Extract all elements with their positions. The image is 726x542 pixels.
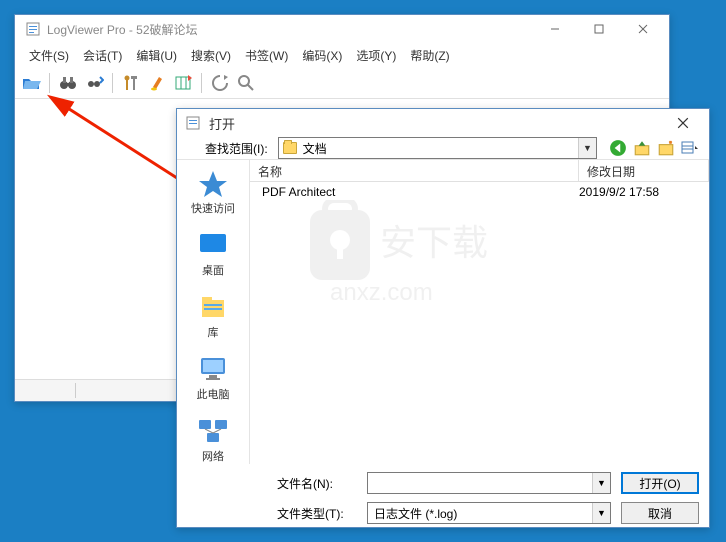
menu-file[interactable]: 文件(S) xyxy=(23,45,75,66)
close-button[interactable] xyxy=(621,15,665,43)
binoculars-icon[interactable] xyxy=(58,73,78,93)
new-folder-icon[interactable] xyxy=(657,139,675,157)
places-bar: 快速访问 桌面 库 此电脑 网络 xyxy=(177,160,249,464)
columns-icon[interactable] xyxy=(173,73,193,93)
app-icon xyxy=(25,21,41,37)
dialog-title: 打开 xyxy=(209,114,665,133)
file-date: 2019/9/2 17:58 xyxy=(579,185,709,199)
desktop-icon xyxy=(196,230,230,260)
file-list-pane: 名称 修改日期 PDF Architect 2019/9/2 17:58 安下载… xyxy=(249,160,709,464)
dialog-bottom: 文件名(N): ▼ 打开(O) 文件类型(T): 日志文件 (*.log) ▼ … xyxy=(177,464,709,542)
file-row[interactable]: PDF Architect 2019/9/2 17:58 xyxy=(250,182,709,202)
chevron-down-icon: ▼ xyxy=(578,138,596,158)
find-next-icon[interactable] xyxy=(84,73,104,93)
dialog-body: 快速访问 桌面 库 此电脑 网络 名称 修改日期 xyxy=(177,159,709,464)
cancel-button[interactable]: 取消 xyxy=(621,502,699,524)
toolbar-separator xyxy=(49,73,50,93)
up-icon[interactable] xyxy=(633,139,651,157)
highlighter-icon[interactable] xyxy=(147,73,167,93)
chevron-down-icon: ▼ xyxy=(592,503,610,523)
place-desktop[interactable]: 桌面 xyxy=(196,230,230,278)
place-library[interactable]: 库 xyxy=(196,292,230,340)
filename-label: 文件名(N): xyxy=(277,475,357,492)
menu-encoding[interactable]: 编码(X) xyxy=(296,45,348,66)
lookin-row: 查找范围(I): 文档 ▼ xyxy=(177,137,709,159)
tools-icon[interactable] xyxy=(121,73,141,93)
toolbar-separator xyxy=(112,73,113,93)
watermark: 安下载 anxz.com xyxy=(290,200,510,320)
open-file-icon[interactable] xyxy=(21,73,41,93)
zoom-icon[interactable] xyxy=(236,73,256,93)
menu-bookmark[interactable]: 书签(W) xyxy=(239,45,294,66)
dialog-nav-icons xyxy=(609,139,699,157)
col-date[interactable]: 修改日期 xyxy=(579,160,709,181)
place-this-pc[interactable]: 此电脑 xyxy=(196,354,230,402)
place-label: 库 xyxy=(208,324,219,340)
window-controls xyxy=(533,15,665,43)
main-title: LogViewer Pro - 52破解论坛 xyxy=(47,21,533,38)
col-name[interactable]: 名称 xyxy=(250,160,579,181)
back-icon[interactable] xyxy=(609,139,627,157)
menu-session[interactable]: 会话(T) xyxy=(77,45,128,66)
place-network[interactable]: 网络 xyxy=(196,416,230,464)
maximize-button[interactable] xyxy=(577,15,621,43)
refresh-icon[interactable] xyxy=(210,73,230,93)
open-dialog: 打开 查找范围(I): 文档 ▼ 快速访问 桌面 xyxy=(176,108,710,528)
toolbar-separator xyxy=(201,73,202,93)
menubar: 文件(S) 会话(T) 编辑(U) 搜索(V) 书签(W) 编码(X) 选项(Y… xyxy=(15,43,669,67)
star-icon xyxy=(196,168,230,198)
chevron-down-icon: ▼ xyxy=(592,473,610,493)
toolbar xyxy=(15,67,669,99)
network-icon xyxy=(196,416,230,446)
file-list-header: 名称 修改日期 xyxy=(250,160,709,182)
svg-text:安下载: 安下载 xyxy=(380,222,488,263)
view-menu-icon[interactable] xyxy=(681,139,699,157)
svg-text:anxz.com: anxz.com xyxy=(330,279,433,306)
minimize-button[interactable] xyxy=(533,15,577,43)
library-icon xyxy=(196,292,230,322)
filename-input[interactable]: ▼ xyxy=(367,472,611,494)
dialog-icon xyxy=(185,115,201,131)
lookin-combo[interactable]: 文档 ▼ xyxy=(278,137,597,159)
place-label: 快速访问 xyxy=(191,200,235,216)
filetype-combo[interactable]: 日志文件 (*.log) ▼ xyxy=(367,502,611,524)
place-quick-access[interactable]: 快速访问 xyxy=(191,168,235,216)
dialog-close-button[interactable] xyxy=(665,109,701,137)
lookin-value: 文档 xyxy=(303,140,327,157)
menu-edit[interactable]: 编辑(U) xyxy=(130,45,183,66)
place-label: 此电脑 xyxy=(197,386,230,402)
filetype-value: 日志文件 (*.log) xyxy=(374,505,457,522)
lookin-label: 查找范围(I): xyxy=(205,140,268,157)
folder-icon xyxy=(283,142,297,154)
pc-icon xyxy=(196,354,230,384)
place-label: 桌面 xyxy=(202,262,224,278)
place-label: 网络 xyxy=(202,448,224,464)
menu-search[interactable]: 搜索(V) xyxy=(185,45,237,66)
open-button[interactable]: 打开(O) xyxy=(621,472,699,494)
file-name: PDF Architect xyxy=(262,185,579,199)
dialog-titlebar: 打开 xyxy=(177,109,709,137)
filetype-label: 文件类型(T): xyxy=(277,505,357,522)
menu-help[interactable]: 帮助(Z) xyxy=(404,45,455,66)
main-titlebar: LogViewer Pro - 52破解论坛 xyxy=(15,15,669,43)
menu-options[interactable]: 选项(Y) xyxy=(350,45,402,66)
